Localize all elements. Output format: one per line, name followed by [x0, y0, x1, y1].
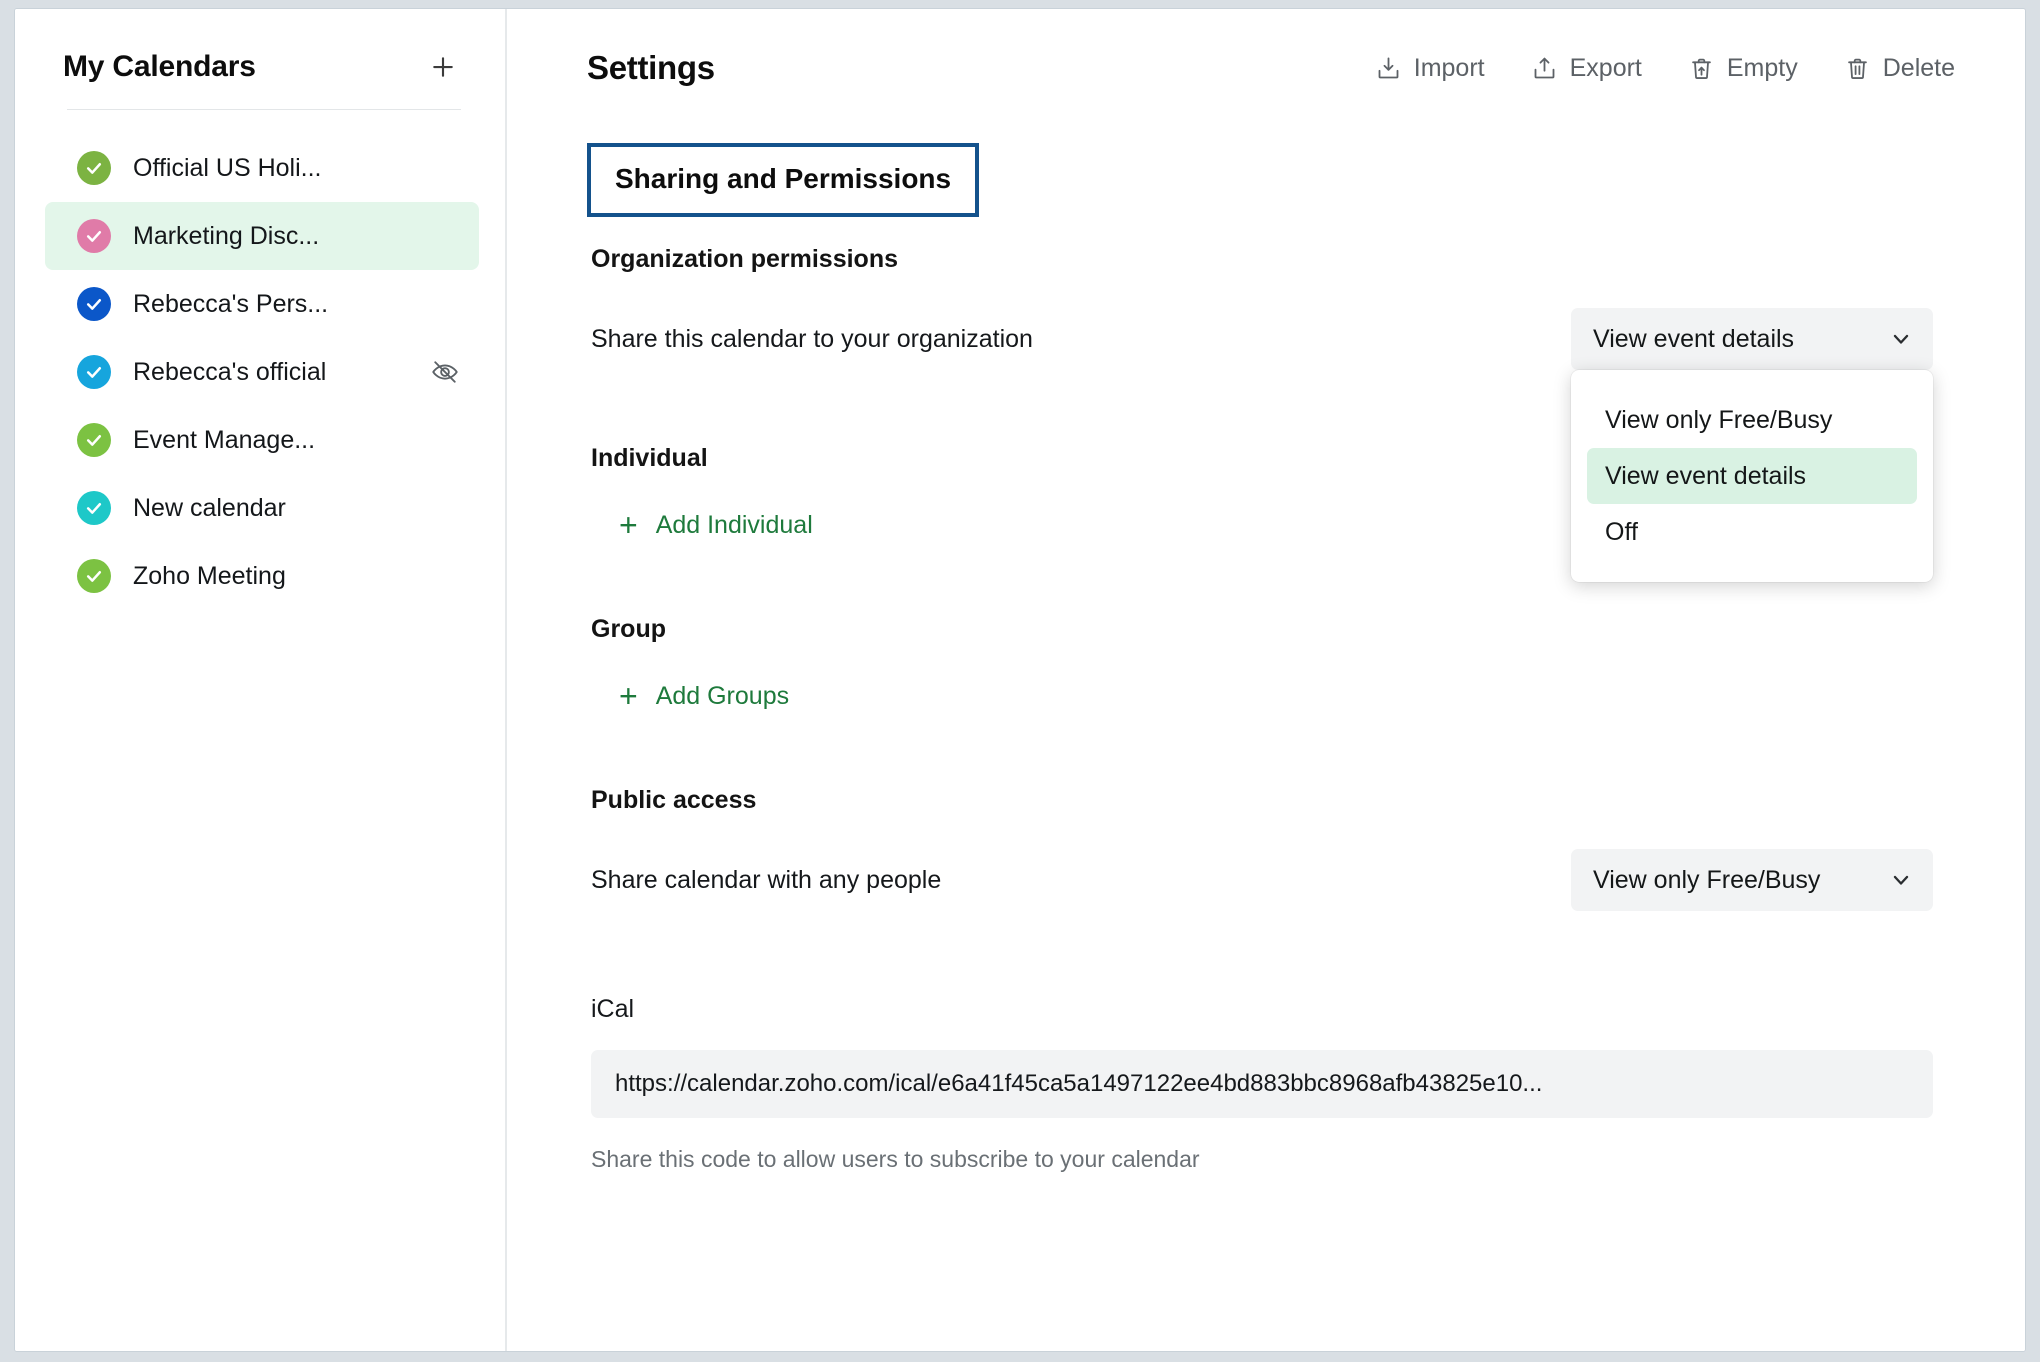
group-heading: Group [591, 615, 2025, 644]
empty-label: Empty [1727, 54, 1798, 83]
dropdown-option[interactable]: View event details [1587, 448, 1917, 504]
calendar-item-label: New calendar [133, 494, 286, 523]
import-label: Import [1414, 54, 1485, 83]
empty-button[interactable]: Empty [1688, 54, 1798, 83]
calendar-item-label: Rebecca's Pers... [133, 290, 328, 319]
page-title: Settings [587, 49, 715, 87]
export-button[interactable]: Export [1531, 54, 1642, 83]
calendar-list-item[interactable]: Zoho Meeting [45, 542, 479, 610]
sidebar-title: My Calendars [63, 50, 256, 84]
add-groups-label: Add Groups [656, 682, 789, 711]
export-label: Export [1570, 54, 1642, 83]
ical-heading: iCal [591, 995, 2025, 1024]
calendar-item-label: Event Manage... [133, 426, 315, 455]
organization-permission-select[interactable]: View event details [1571, 308, 1933, 370]
ical-url-field[interactable]: https://calendar.zoho.com/ical/e6a41f45c… [591, 1050, 1933, 1118]
public-access-select[interactable]: View only Free/Busy [1571, 849, 1933, 911]
import-button[interactable]: Import [1375, 54, 1485, 83]
calendar-list-item[interactable]: Rebecca's Pers... [45, 270, 479, 338]
organization-permission-dropdown[interactable]: View only Free/BusyView event detailsOff [1571, 370, 1933, 582]
calendar-checkbox[interactable] [77, 151, 111, 185]
delete-button[interactable]: Delete [1844, 54, 1955, 83]
import-icon [1375, 55, 1402, 82]
calendar-item-label: Marketing Disc... [133, 222, 319, 251]
dropdown-option[interactable]: Off [1587, 504, 1917, 560]
calendar-checkbox[interactable] [77, 559, 111, 593]
calendar-checkbox[interactable] [77, 355, 111, 389]
sidebar-divider [67, 109, 461, 110]
public-access-label: Share calendar with any people [591, 866, 941, 895]
calendar-checkbox[interactable] [77, 219, 111, 253]
calendar-list: Official US Holi... Marketing Disc... Rebe… [15, 134, 505, 610]
calendar-item-label: Rebecca's official [133, 358, 326, 387]
sidebar-header: My Calendars [15, 9, 505, 87]
calendar-list-item[interactable]: Marketing Disc... [45, 202, 479, 270]
add-individual-link[interactable]: + Add Individual [619, 509, 813, 541]
main-content: Settings Import Export Empty Delete Sharing… [507, 9, 2025, 1351]
plus-icon: + [619, 680, 638, 712]
delete-trash-icon [1844, 55, 1871, 82]
sharing-section-title: Sharing and Permissions [615, 163, 951, 195]
main-header: Settings Import Export Empty Delete [507, 9, 2025, 87]
public-access-row: Share calendar with any people View only… [591, 849, 1933, 911]
ical-hint-text: Share this code to allow users to subscr… [591, 1146, 2025, 1173]
calendar-list-item[interactable]: Official US Holi... [45, 134, 479, 202]
organization-permission-value: View event details [1593, 325, 1794, 354]
calendar-checkbox[interactable] [77, 423, 111, 457]
app-window: My Calendars Official US Holi... Marketin… [14, 8, 2026, 1352]
chevron-down-icon [1889, 327, 1913, 351]
calendar-item-label: Zoho Meeting [133, 562, 286, 591]
toolbar: Import Export Empty Delete [1375, 54, 1955, 83]
delete-label: Delete [1883, 54, 1955, 83]
export-icon [1531, 55, 1558, 82]
eye-off-icon[interactable] [425, 352, 465, 392]
chevron-down-icon [1889, 868, 1913, 892]
calendar-list-item[interactable]: Rebecca's official [45, 338, 479, 406]
plus-icon [428, 52, 458, 82]
add-individual-label: Add Individual [656, 511, 813, 540]
calendar-list-item[interactable]: Event Manage... [45, 406, 479, 474]
ical-url-text: https://calendar.zoho.com/ical/e6a41f45c… [615, 1070, 1542, 1098]
calendar-list-item[interactable]: New calendar [45, 474, 479, 542]
dropdown-option[interactable]: View only Free/Busy [1587, 392, 1917, 448]
organization-share-row: Share this calendar to your organization… [591, 308, 1933, 370]
add-groups-link[interactable]: + Add Groups [619, 680, 789, 712]
calendar-item-label: Official US Holi... [133, 154, 321, 183]
public-access-value: View only Free/Busy [1593, 866, 1820, 895]
organization-share-label: Share this calendar to your organization [591, 325, 1033, 354]
add-calendar-button[interactable] [423, 47, 463, 87]
public-access-heading: Public access [591, 786, 2025, 815]
plus-icon: + [619, 509, 638, 541]
organization-permissions-heading: Organization permissions [591, 245, 2025, 274]
sidebar: My Calendars Official US Holi... Marketin… [15, 9, 507, 1351]
sharing-section-highlight: Sharing and Permissions [587, 143, 979, 217]
calendar-checkbox[interactable] [77, 287, 111, 321]
calendar-checkbox[interactable] [77, 491, 111, 525]
empty-trash-icon [1688, 55, 1715, 82]
